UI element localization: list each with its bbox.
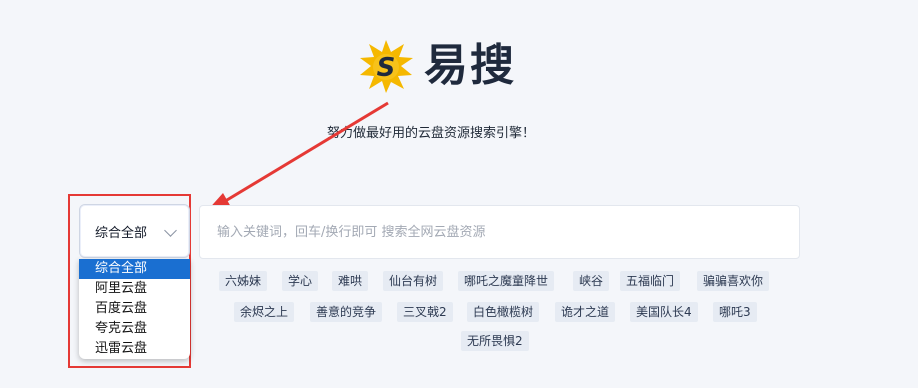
hot-tag[interactable]: 难哄 bbox=[332, 271, 369, 291]
category-select[interactable]: 综合全部 bbox=[79, 204, 190, 258]
hot-tag[interactable]: 骗骗喜欢你 bbox=[697, 271, 770, 291]
hot-tag[interactable]: 学心 bbox=[282, 271, 319, 291]
hot-tag[interactable]: 峡谷 bbox=[573, 271, 610, 291]
tagline: 努力做最好用的云盘资源搜索引擎！ bbox=[327, 126, 536, 141]
dropdown-option-xunlei[interactable]: 迅雷云盘 bbox=[79, 339, 190, 359]
dropdown-option-all[interactable]: 综合全部 bbox=[79, 259, 190, 279]
svg-text:S: S bbox=[377, 53, 396, 83]
chevron-down-icon bbox=[164, 224, 177, 237]
hot-tag[interactable]: 三叉戟2 bbox=[397, 302, 453, 322]
hot-tag[interactable]: 仙台有树 bbox=[383, 271, 444, 291]
search-input[interactable] bbox=[199, 205, 800, 259]
hot-tag[interactable]: 六姊妹 bbox=[219, 271, 268, 291]
lightning-s-logo-icon: S bbox=[360, 40, 413, 93]
hot-tag[interactable]: 美国队长4 bbox=[630, 302, 698, 322]
hot-tag[interactable]: 善意的竞争 bbox=[310, 302, 383, 322]
hot-tag[interactable]: 无所畏惧2 bbox=[461, 331, 529, 351]
dropdown-option-baidu[interactable]: 百度云盘 bbox=[79, 299, 190, 319]
brand-name: 易搜 bbox=[424, 40, 516, 91]
hot-tag[interactable]: 哪吒3 bbox=[713, 302, 757, 322]
category-select-value: 综合全部 bbox=[95, 225, 148, 241]
brand-logo[interactable]: S 易搜 bbox=[358, 38, 516, 94]
hot-tag[interactable]: 余烬之上 bbox=[234, 302, 295, 322]
hot-tag[interactable]: 五福临门 bbox=[620, 271, 681, 291]
hot-tag[interactable]: 哪吒之魔童降世 bbox=[458, 271, 555, 291]
dropdown-option-aliyun[interactable]: 阿里云盘 bbox=[79, 279, 190, 299]
hot-tag[interactable]: 白色橄榄树 bbox=[467, 302, 540, 322]
category-dropdown: 综合全部 阿里云盘 百度云盘 夸克云盘 迅雷云盘 bbox=[79, 259, 190, 359]
dropdown-option-quark[interactable]: 夸克云盘 bbox=[79, 319, 190, 339]
hot-tag[interactable]: 诡才之道 bbox=[555, 302, 616, 322]
